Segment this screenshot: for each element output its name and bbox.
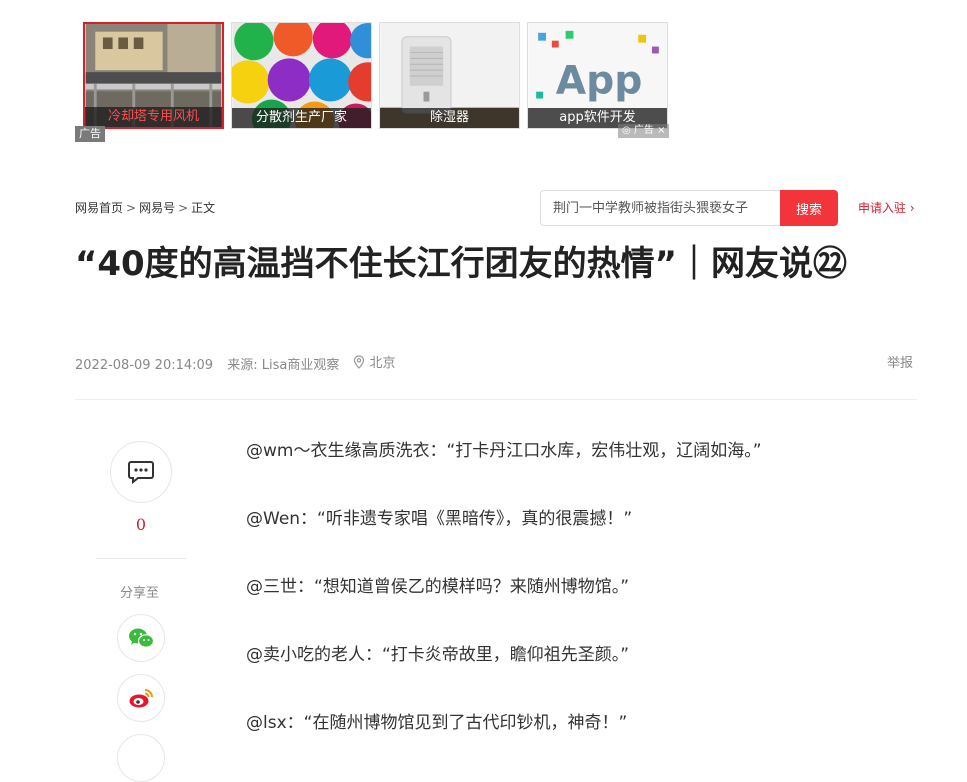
location-pin-icon (354, 354, 365, 369)
ad-caption: 分散剂生产厂家 (232, 108, 371, 128)
breadcrumb-separator: > (126, 201, 137, 215)
report-link[interactable]: 举报 (887, 352, 913, 371)
comment-button[interactable] (110, 441, 172, 503)
search-box: 搜索 (540, 190, 838, 226)
article-meta: 2022-08-09 20:14:09 来源: Lisa商业观察 北京 (75, 352, 415, 373)
breadcrumb-home[interactable]: 网易首页 (75, 201, 123, 215)
wechat-icon (129, 628, 154, 648)
article-paragraph: @三世：“想知道曾侯乙的模样吗？来随州博物馆。” (246, 577, 630, 597)
article-paragraph: @Wen：“听非遗专家唱《黑暗传》，真的很震撼！” (246, 509, 633, 529)
location-text: 北京 (369, 356, 396, 371)
share-wechat-button[interactable] (117, 614, 165, 662)
breadcrumb-section[interactable]: 网易号 (139, 201, 175, 215)
ad-tile-cooling-fan[interactable]: 冷却塔专用风机 (83, 22, 224, 129)
article-source: 来源: Lisa商业观察 (227, 357, 340, 373)
ad-tile-dispersant[interactable]: 分散剂生产厂家 (231, 22, 372, 129)
article-paragraph: @卖小吃的老人：“打卡炎帝故里，瞻仰祖先圣颜。” (246, 645, 630, 665)
article-location: 北京 (353, 352, 405, 371)
sidebar-divider (96, 558, 186, 559)
article-paragraph: @wm～衣生缘高质洗衣：“打卡丹江口水库，宏伟壮观，辽阔如海。” (246, 441, 762, 461)
search-button[interactable]: 搜索 (780, 190, 838, 226)
comment-count: 0 (135, 515, 147, 534)
article-body: @wm～衣生缘高质洗衣：“打卡丹江口水库，宏伟壮观，辽阔如海。” @Wen：“听… (246, 438, 886, 778)
page-title: “40度的高温挡不住长江行团友的热情”｜网友说㉒ (75, 244, 848, 284)
share-label: 分享至 (120, 586, 160, 601)
svg-text:App: App (556, 59, 643, 104)
header-divider (75, 399, 917, 400)
ad-strip: 冷却塔专用风机 分散剂生产厂家 除湿器 App app软件开发 (83, 22, 683, 132)
breadcrumb: 网易首页 > 网易号 > 正文 (75, 199, 215, 216)
share-more-button[interactable] (117, 734, 165, 782)
ad-caption: 除湿器 (380, 108, 519, 128)
comment-icon (128, 461, 154, 485)
apply-join-link[interactable]: 申请入驻 › (858, 199, 915, 216)
ad-label: 广告 (75, 126, 105, 142)
breadcrumb-current: 正文 (191, 201, 216, 215)
search-input[interactable] (540, 190, 781, 226)
publish-datetime: 2022-08-09 20:14:09 (75, 357, 214, 373)
ad-tile-dehumidifier[interactable]: 除湿器 (379, 22, 520, 129)
ad-tile-app-dev[interactable]: App app软件开发 (527, 22, 668, 129)
weibo-icon (129, 689, 153, 708)
breadcrumb-separator: > (178, 201, 189, 215)
ad-badge-close[interactable]: ◎ 广告 × (618, 124, 670, 138)
ad-caption: 冷却塔专用风机 (85, 107, 222, 127)
article-paragraph: @lsx：“在随州博物馆见到了古代印钞机，神奇！” (246, 713, 628, 733)
share-weibo-button[interactable] (117, 674, 165, 722)
